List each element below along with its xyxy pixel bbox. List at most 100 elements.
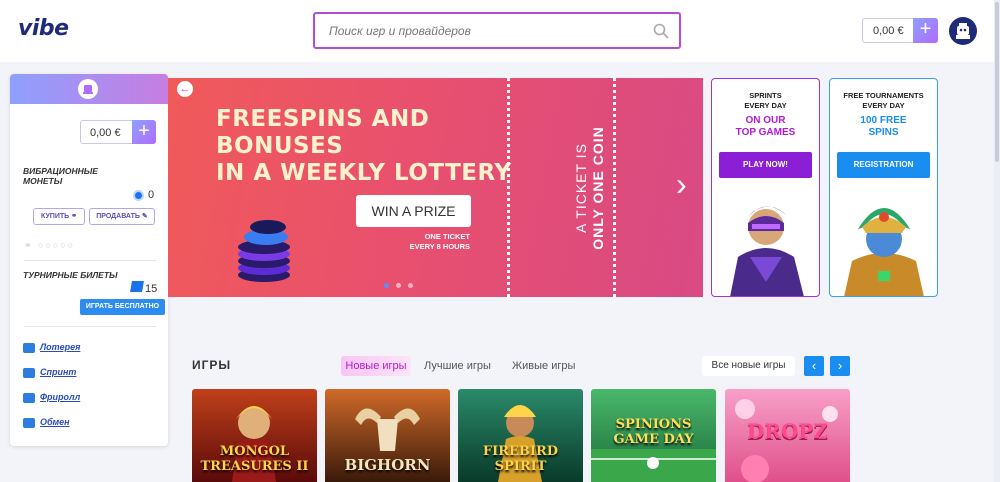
- card-subtitle: SPRINTS EVERY DAY: [712, 91, 819, 111]
- play-now-button[interactable]: PLAY NOW!: [719, 152, 812, 178]
- game-tile-mongol-treasures[interactable]: MONGOL TREASURES II: [192, 389, 317, 482]
- search-input[interactable]: [329, 22, 629, 40]
- game-title: MONGOL TREASURES II: [200, 444, 309, 474]
- vibration-coins-title: ВИБРАЦИОННЫЕ МОНЕТЫ: [23, 166, 98, 186]
- play-free-button[interactable]: ИГРАТЬ БЕСПЛАТНО: [80, 299, 165, 315]
- robot-icon[interactable]: [78, 79, 98, 99]
- game-tile-firebird-spirit[interactable]: FIREBIRD SPIRIT: [458, 389, 583, 482]
- link-label: Лотерея: [40, 342, 81, 352]
- card-subtitle: FREE TOURNAMENTS EVERY DAY: [830, 91, 937, 111]
- lottery-icon: [23, 342, 35, 353]
- card-subtitle-line-2: EVERY DAY: [862, 101, 905, 110]
- pagination-dot[interactable]: [408, 283, 413, 288]
- header-balance[interactable]: 0,00 € +: [862, 18, 938, 43]
- banner-pagination[interactable]: [384, 283, 414, 289]
- all-new-games-link[interactable]: Все новые игры: [702, 356, 795, 376]
- exchange-icon: [23, 417, 35, 428]
- search-box[interactable]: [313, 12, 681, 49]
- headline-line-1: FREESPINS AND: [216, 106, 430, 132]
- sidebar-balance[interactable]: 0,00 € +: [80, 120, 156, 144]
- sidebar-link-sprint[interactable]: Спринт: [23, 367, 76, 378]
- search-icon[interactable]: [653, 23, 669, 39]
- card-subtitle-line-2: EVERY DAY: [744, 101, 787, 110]
- coin-icon: [133, 190, 144, 201]
- game-title: SPINIONS GAME DAY: [613, 417, 694, 447]
- ticket-perforation: [613, 78, 617, 297]
- deposit-button[interactable]: +: [913, 18, 938, 43]
- balance-amount: 0,00 €: [873, 25, 904, 37]
- ticket-perforation: [507, 78, 511, 297]
- games-prev-button[interactable]: ‹: [804, 356, 824, 376]
- tournament-tickets-title: ТУРНИРНЫЕ БИЛЕТЫ: [23, 270, 118, 280]
- link-label: Обмен: [40, 417, 70, 427]
- link-label: Фриролл: [40, 392, 81, 402]
- card-highlight-line-1: ON OUR: [745, 115, 786, 126]
- link-label: Спринт: [40, 367, 77, 377]
- pagination-dot[interactable]: [396, 283, 401, 288]
- sidebar-link-freeroll[interactable]: Фриролл: [23, 392, 80, 403]
- scrollbar-thumb[interactable]: [995, 2, 999, 162]
- card-highlight-line-2: SPINS: [868, 127, 899, 138]
- game-title: FIREBIRD SPIRIT: [482, 444, 559, 474]
- tab-best-games[interactable]: Лучшие игры: [424, 360, 491, 372]
- sidebar-link-lottery[interactable]: Лотерея: [23, 342, 80, 353]
- banner-next-icon[interactable]: ›: [676, 168, 687, 200]
- game-title: BIGHORN: [344, 456, 431, 474]
- game-tile-dropz[interactable]: DROPZ: [725, 389, 850, 482]
- coins-count: 0: [148, 189, 155, 201]
- card-highlight-line-2: TOP GAMES: [735, 127, 796, 138]
- profile-avatar-icon[interactable]: [949, 17, 977, 45]
- games-section-title: ИГРЫ: [192, 358, 232, 372]
- tickets-count: 15: [145, 283, 158, 295]
- pagination-dot[interactable]: [384, 283, 389, 288]
- sprint-icon: [23, 367, 35, 378]
- tournaments-promo-card[interactable]: FREE TOURNAMENTS EVERY DAY 100 FREE SPIN…: [829, 78, 938, 297]
- win-prize-button[interactable]: WIN A PRIZE: [356, 195, 471, 227]
- link-icon: ⚭: [71, 213, 77, 220]
- buy-coins-button[interactable]: КУПИТЬ ⚭: [33, 208, 85, 225]
- casino-chips-icon: [238, 220, 290, 282]
- headline-line-2: BONUSES: [216, 133, 344, 159]
- sidebar-link-exchange[interactable]: Обмен: [23, 417, 70, 428]
- ticket-price-line-1: A TICKET IS: [573, 143, 589, 233]
- back-arrow-icon[interactable]: ←: [177, 81, 193, 97]
- sell-label: ПРОДАВАТЬ: [96, 213, 140, 220]
- trophy-icon: [23, 392, 35, 403]
- ticket-icon: [130, 281, 144, 292]
- sidebar-balance-amount: 0,00 €: [90, 127, 121, 139]
- lottery-banner[interactable]: ← FREESPINS AND BONUSES IN A WEEKLY LOTT…: [168, 78, 703, 297]
- sprints-promo-card[interactable]: SPRINTS EVERY DAY ON OUR TOP GAMES PLAY …: [711, 78, 820, 297]
- ticket-line-2: EVERY 8 HOURS: [409, 242, 470, 251]
- divider: [24, 326, 156, 327]
- ticket-line-1: ONE TICKET: [424, 232, 470, 241]
- tab-live-games[interactable]: Живые игры: [512, 360, 575, 372]
- game-tile-spinions[interactable]: SPINIONS GAME DAY: [591, 389, 716, 482]
- card-subtitle-line-1: FREE TOURNAMENTS: [843, 91, 924, 100]
- card-highlight: ON OUR TOP GAMES: [712, 115, 819, 139]
- ticket-price-text: A TICKET IS ONLY ONE COIN: [573, 103, 607, 273]
- vibe-logo[interactable]: vibe: [18, 16, 69, 41]
- aztec-warrior-illustration: [844, 208, 924, 296]
- card-subtitle-line-1: SPRINTS: [749, 91, 782, 100]
- page-scrollbar[interactable]: [994, 0, 1000, 482]
- sidebar: 0,00 € + ВИБРАЦИОННЫЕ МОНЕТЫ 0 КУПИТЬ ⚭ …: [10, 74, 168, 446]
- brush-icon: ✎: [141, 213, 148, 220]
- ticket-frequency: ONE TICKET EVERY 8 HOURS: [388, 232, 470, 252]
- buy-label: КУПИТЬ: [41, 213, 70, 220]
- game-title: DROPZ: [746, 419, 829, 443]
- games-next-button[interactable]: ›: [830, 356, 850, 376]
- card-highlight-line-1: 100 FREE: [860, 115, 907, 126]
- tab-new-games[interactable]: Новые игры: [341, 356, 411, 376]
- sidebar-header: [10, 74, 168, 104]
- divider: [24, 260, 156, 261]
- headline-line-3: IN A WEEKLY LOTTERY: [216, 160, 512, 186]
- registration-button[interactable]: REGISTRATION: [837, 152, 930, 178]
- progress-dots: ⚭ ○○○○○: [24, 240, 76, 250]
- top-header: vibe 0,00 € +: [0, 0, 1000, 62]
- game-tile-bighorn[interactable]: BIGHORN: [325, 389, 450, 482]
- banner-headline: FREESPINS AND BONUSES IN A WEEKLY LOTTER…: [216, 106, 512, 187]
- sidebar-deposit-button[interactable]: +: [132, 120, 156, 144]
- sell-coins-button[interactable]: ПРОДАВАТЬ ✎: [89, 208, 155, 225]
- ticket-price-line-2: ONLY ONE COIN: [590, 126, 606, 250]
- superhero-illustration: [730, 206, 804, 296]
